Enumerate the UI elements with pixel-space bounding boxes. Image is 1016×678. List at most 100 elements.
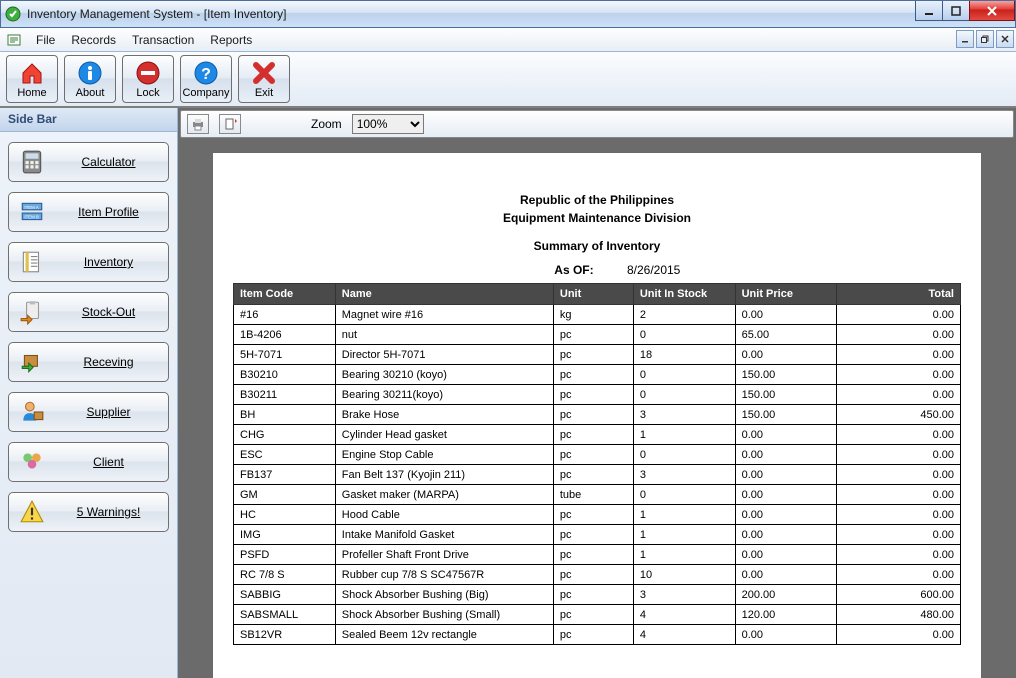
menu-transaction[interactable]: Transaction xyxy=(124,31,202,49)
report-header-line2: Equipment Maintenance Division xyxy=(233,211,961,225)
print-button[interactable] xyxy=(187,114,209,134)
cell-total: 0.00 xyxy=(837,325,961,345)
supplier-icon xyxy=(19,399,45,425)
table-row: SABSMALLShock Absorber Bushing (Small)pc… xyxy=(234,605,961,625)
mdi-restore-button[interactable] xyxy=(976,30,994,48)
cell-total: 480.00 xyxy=(837,605,961,625)
table-row: B30211Bearing 30211(koyo)pc0150.000.00 xyxy=(234,385,961,405)
sidebar-item-label: 5 Warnings! xyxy=(59,505,158,519)
menu-reports[interactable]: Reports xyxy=(202,31,260,49)
item-profile-icon: ITEM AITEM B xyxy=(19,199,45,225)
col-name: Name xyxy=(335,284,553,305)
sidebar-item-calculator[interactable]: Calculator xyxy=(8,142,169,182)
sidebar-item-client[interactable]: Client xyxy=(8,442,169,482)
cell-code: IMG xyxy=(234,525,336,545)
question-icon: ? xyxy=(193,60,219,86)
table-row: SB12VRSealed Beem 12v rectanglepc40.000.… xyxy=(234,625,961,645)
sidebar-item-supplier[interactable]: Supplier xyxy=(8,392,169,432)
report-viewer: Zoom 100% Republic of the Philippines Eq… xyxy=(178,108,1016,678)
export-button[interactable] xyxy=(219,114,241,134)
table-row: BHBrake Hosepc3150.00450.00 xyxy=(234,405,961,425)
cell-name: Gasket maker (MARPA) xyxy=(335,485,553,505)
cell-unit: pc xyxy=(553,345,633,365)
asof-value: 8/26/2015 xyxy=(627,263,680,277)
menu-file[interactable]: File xyxy=(28,31,63,49)
close-button[interactable] xyxy=(969,1,1015,21)
col-unit-price: Unit Price xyxy=(735,284,837,305)
col-total: Total xyxy=(837,284,961,305)
sidebar-item-label: Supplier xyxy=(59,405,158,419)
stock-out-icon xyxy=(19,299,45,325)
sidebar-item-label: Receving xyxy=(59,355,158,369)
app-icon xyxy=(5,6,21,22)
cell-stock: 0 xyxy=(633,445,735,465)
cell-code: SABBIG xyxy=(234,585,336,605)
cell-name: Hood Cable xyxy=(335,505,553,525)
sidebar-item-stock-out[interactable]: Stock-Out xyxy=(8,292,169,332)
cell-total: 0.00 xyxy=(837,445,961,465)
sidebar-title: Side Bar xyxy=(0,108,177,132)
table-row: SABBIGShock Absorber Bushing (Big)pc3200… xyxy=(234,585,961,605)
cell-code: SABSMALL xyxy=(234,605,336,625)
cell-total: 0.00 xyxy=(837,345,961,365)
cell-price: 0.00 xyxy=(735,485,837,505)
cell-name: Engine Stop Cable xyxy=(335,445,553,465)
asof-label: As OF: xyxy=(514,263,594,277)
mdi-close-button[interactable] xyxy=(996,30,1014,48)
cell-total: 0.00 xyxy=(837,425,961,445)
zoom-select[interactable]: 100% xyxy=(352,114,424,134)
sidebar-item-label: Client xyxy=(59,455,158,469)
sidebar-item-receiving[interactable]: Receving xyxy=(8,342,169,382)
cell-price: 65.00 xyxy=(735,325,837,345)
cell-stock: 1 xyxy=(633,525,735,545)
cell-unit: pc xyxy=(553,425,633,445)
home-button[interactable]: Home xyxy=(6,55,58,103)
sidebar-item-inventory[interactable]: Inventory xyxy=(8,242,169,282)
no-entry-icon xyxy=(135,60,161,86)
exit-button[interactable]: Exit xyxy=(238,55,290,103)
cell-total: 450.00 xyxy=(837,405,961,425)
cell-code: ESC xyxy=(234,445,336,465)
mdi-minimize-button[interactable] xyxy=(956,30,974,48)
sidebar-item-label: Inventory xyxy=(59,255,158,269)
report-scroll-area[interactable]: Republic of the Philippines Equipment Ma… xyxy=(178,140,1016,678)
cell-stock: 4 xyxy=(633,625,735,645)
inventory-icon xyxy=(19,249,45,275)
table-row: #16Magnet wire #16kg20.000.00 xyxy=(234,305,961,325)
col-unit: Unit xyxy=(553,284,633,305)
col-unit-in-stock: Unit In Stock xyxy=(633,284,735,305)
cell-name: Sealed Beem 12v rectangle xyxy=(335,625,553,645)
cell-total: 0.00 xyxy=(837,505,961,525)
sidebar-item-label: Calculator xyxy=(59,155,158,169)
company-button[interactable]: ? Company xyxy=(180,55,232,103)
sidebar-item-warnings[interactable]: 5 Warnings! xyxy=(8,492,169,532)
table-row: RC 7/8 SRubber cup 7/8 S SC47567Rpc100.0… xyxy=(234,565,961,585)
cell-price: 120.00 xyxy=(735,605,837,625)
col-item-code: Item Code xyxy=(234,284,336,305)
cell-name: Intake Manifold Gasket xyxy=(335,525,553,545)
cell-code: B30210 xyxy=(234,365,336,385)
maximize-button[interactable] xyxy=(942,1,970,21)
cell-name: Magnet wire #16 xyxy=(335,305,553,325)
minimize-button[interactable] xyxy=(915,1,943,21)
cell-code: 1B-4206 xyxy=(234,325,336,345)
cell-stock: 1 xyxy=(633,425,735,445)
cell-name: Fan Belt 137 (Kyojin 211) xyxy=(335,465,553,485)
sidebar-item-item-profile[interactable]: ITEM AITEM B Item Profile xyxy=(8,192,169,232)
cell-code: PSFD xyxy=(234,545,336,565)
cell-stock: 0 xyxy=(633,385,735,405)
home-icon xyxy=(19,60,45,86)
main-toolbar: Home About Lock ? Company Exit xyxy=(0,52,1016,108)
report-asof: As OF: 8/26/2015 xyxy=(233,263,961,277)
cell-total: 0.00 xyxy=(837,525,961,545)
menu-records[interactable]: Records xyxy=(63,31,124,49)
cell-unit: pc xyxy=(553,385,633,405)
cell-unit: pc xyxy=(553,405,633,425)
lock-button[interactable]: Lock xyxy=(122,55,174,103)
cell-code: GM xyxy=(234,485,336,505)
table-row: IMGIntake Manifold Gasketpc10.000.00 xyxy=(234,525,961,545)
lock-label: Lock xyxy=(136,87,159,99)
about-button[interactable]: About xyxy=(64,55,116,103)
cell-code: CHG xyxy=(234,425,336,445)
cell-total: 0.00 xyxy=(837,565,961,585)
